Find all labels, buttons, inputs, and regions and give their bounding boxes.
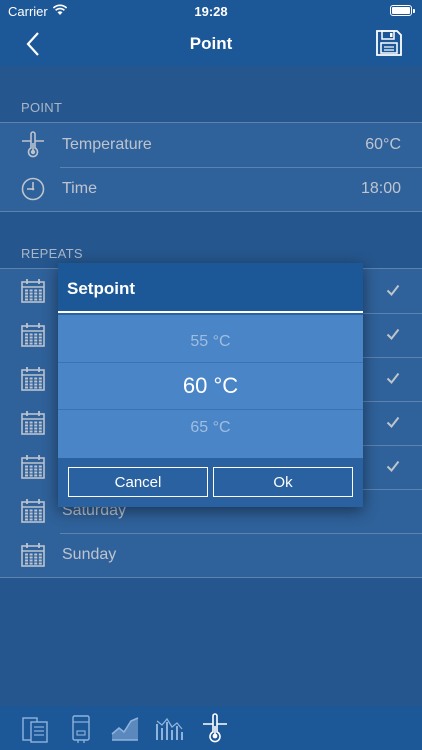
setpoint-dialog: Setpoint 55 °C 60 °C 65 °C Cancel Ok [58, 263, 363, 507]
dialog-title: Setpoint [67, 279, 135, 298]
setpoint-picker[interactable]: 55 °C 60 °C 65 °C [58, 315, 363, 458]
area-chart-icon[interactable] [110, 712, 140, 744]
picker-option[interactable]: 55 °C [58, 333, 363, 351]
cancel-button[interactable]: Cancel [68, 467, 208, 497]
picker-option[interactable]: 65 °C [58, 419, 363, 437]
page-title: Point [189, 34, 233, 53]
tab-bar [0, 706, 422, 750]
battery-icon [390, 5, 415, 16]
floppy-disk-icon[interactable] [374, 28, 404, 58]
navigation-bar: Point [0, 22, 422, 66]
dialog-header: Setpoint [58, 263, 363, 313]
boiler-icon[interactable] [66, 712, 96, 744]
devices-icon[interactable] [20, 712, 50, 744]
picker-option-selected[interactable]: 60 °C [58, 373, 363, 399]
bar-chart-icon[interactable] [154, 712, 184, 744]
clock-time: 19:28 [194, 4, 228, 19]
thermometer-icon[interactable] [200, 712, 230, 744]
ok-button[interactable]: Ok [213, 467, 353, 497]
status-bar: Carrier 19:28 [0, 0, 422, 22]
